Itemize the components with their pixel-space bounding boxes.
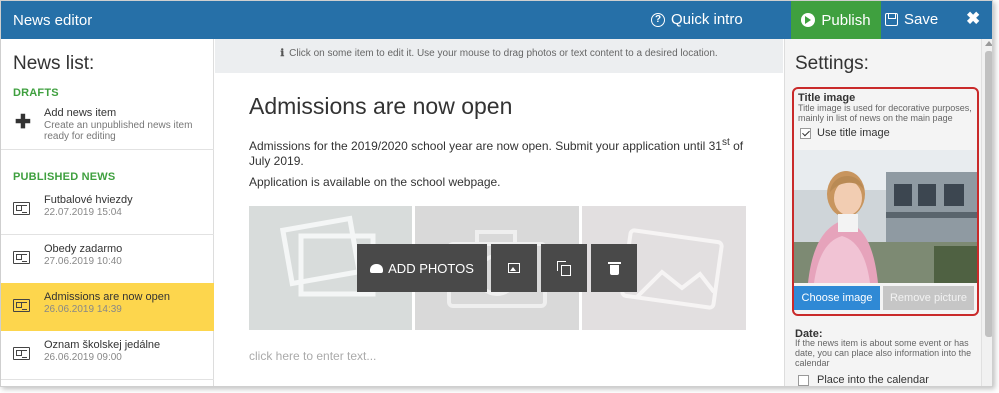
publish-button[interactable]: Publish <box>791 1 881 39</box>
place-into-calendar-checkbox[interactable] <box>798 374 809 386</box>
news-list-item[interactable]: Futbalové hviezdy 22.07.2019 15:04 <box>1 186 214 234</box>
news-headline[interactable]: Admissions are now open <box>249 93 512 120</box>
published-news-label: PUBLISHED NEWS <box>13 171 116 183</box>
news-list-sidebar: News list: DRAFTS ✚ Add news item Create… <box>1 39 214 386</box>
settings-panel: Settings: Title image Title image is use… <box>784 39 992 386</box>
date-description: If the news item is about some event or … <box>795 338 972 368</box>
news-item-date: 26.06.2019 14:39 <box>44 304 122 315</box>
add-photos-label: ADD PHOTOS <box>388 260 474 276</box>
enter-text-placeholder[interactable]: click here to enter text... <box>249 349 376 363</box>
publish-label: Publish <box>821 11 871 29</box>
use-title-image-checkbox[interactable] <box>800 127 811 139</box>
close-icon[interactable]: ✖ <box>966 9 980 29</box>
school-girl-photo <box>794 150 977 283</box>
copy-icon <box>557 260 571 276</box>
news-list-item[interactable]: Oznam školskej jedálne 26.06.2019 09:00 <box>1 331 214 379</box>
news-paragraph-2[interactable]: Application is available on the school w… <box>249 175 501 189</box>
play-circle-icon <box>801 13 816 27</box>
quick-intro-label: Quick intro <box>671 11 743 28</box>
title-image-section: Title image Title image is used for deco… <box>792 87 979 316</box>
info-icon: ℹ <box>280 48 285 59</box>
gallery-toolbar: ADD PHOTOS <box>357 244 637 292</box>
image-settings-button[interactable] <box>491 244 537 292</box>
use-title-image-label: Use title image <box>817 127 890 139</box>
paragraph-superscript: st <box>721 137 730 148</box>
title-image-description: Title image is used for decorative purpo… <box>798 103 972 123</box>
divider <box>1 379 214 380</box>
news-list-item[interactable]: Obedy zadarmo 27.06.2019 10:40 <box>1 235 214 283</box>
news-editor-window: News editor ? Quick intro Publish Save ✖… <box>0 0 993 387</box>
title-image-preview <box>794 150 977 283</box>
choose-image-button[interactable]: Choose image <box>794 286 880 310</box>
settings-scrollbar[interactable] <box>981 39 992 386</box>
place-into-calendar-label: Place into the calendar <box>817 374 929 386</box>
news-item-title: Futbalové hviezdy <box>44 194 133 206</box>
remove-picture-button[interactable]: Remove picture <box>883 286 974 310</box>
duplicate-button[interactable] <box>541 244 587 292</box>
editor-hint-text: Click on some item to edit it. Use your … <box>289 48 718 59</box>
quick-intro-button[interactable]: ? Quick intro <box>651 11 743 28</box>
sidebar-heading: News list: <box>13 53 95 74</box>
news-item-date: 27.06.2019 10:40 <box>44 256 122 267</box>
plus-icon: ✚ <box>15 112 31 133</box>
news-item-title: Oznam školskej jedálne <box>44 339 161 351</box>
newspaper-icon <box>13 202 30 215</box>
newspaper-icon <box>13 299 30 312</box>
top-bar: News editor ? Quick intro Publish Save ✖ <box>1 1 992 39</box>
drafts-label: DRAFTS <box>13 87 59 99</box>
add-news-item-title: Add news item <box>44 107 117 119</box>
newspaper-icon <box>13 251 30 264</box>
news-list-item-active[interactable]: Admissions are now open 26.06.2019 14:39 <box>1 283 214 331</box>
news-content: Admissions are now open Admissions for t… <box>215 73 783 386</box>
news-item-title: Admissions are now open <box>44 291 170 303</box>
news-paragraph-1[interactable]: Admissions for the 2019/2020 school year… <box>249 135 759 169</box>
editor-area: ℹ Click on some item to edit it. Use your… <box>215 39 783 386</box>
news-item-date: 22.07.2019 15:04 <box>44 207 122 218</box>
add-news-item-button[interactable]: ✚ Add news item Create an unpublished ne… <box>7 105 212 151</box>
delete-button[interactable] <box>591 244 637 292</box>
cloud-upload-icon <box>370 263 384 273</box>
news-item-title: Obedy zadarmo <box>44 243 123 255</box>
use-title-image-row[interactable]: Use title image <box>800 127 890 139</box>
save-label: Save <box>904 11 939 28</box>
newspaper-icon <box>13 347 30 360</box>
photo-gallery[interactable]: ADD PHOTOS <box>249 206 746 330</box>
news-item-date: 26.06.2019 09:00 <box>44 352 122 363</box>
editor-hint: ℹ Click on some item to edit it. Use your… <box>215 39 783 73</box>
add-photos-button[interactable]: ADD PHOTOS <box>357 244 487 292</box>
trash-icon <box>607 262 621 275</box>
image-icon <box>508 263 520 273</box>
paragraph-text: Admissions for the 2019/2020 school year… <box>249 139 722 153</box>
app-title: News editor <box>13 12 93 29</box>
help-circle-icon: ? <box>651 12 665 27</box>
scroll-thumb[interactable] <box>985 51 992 337</box>
divider <box>1 149 214 150</box>
settings-heading: Settings: <box>795 53 869 74</box>
place-into-calendar-row[interactable]: Place into the calendar <box>798 374 929 386</box>
scroll-up-arrow-icon[interactable] <box>985 41 992 46</box>
floppy-disk-icon <box>885 13 898 26</box>
save-button[interactable]: Save <box>885 11 938 28</box>
add-news-item-subtitle: Create an unpublished news item ready fo… <box>44 120 193 142</box>
